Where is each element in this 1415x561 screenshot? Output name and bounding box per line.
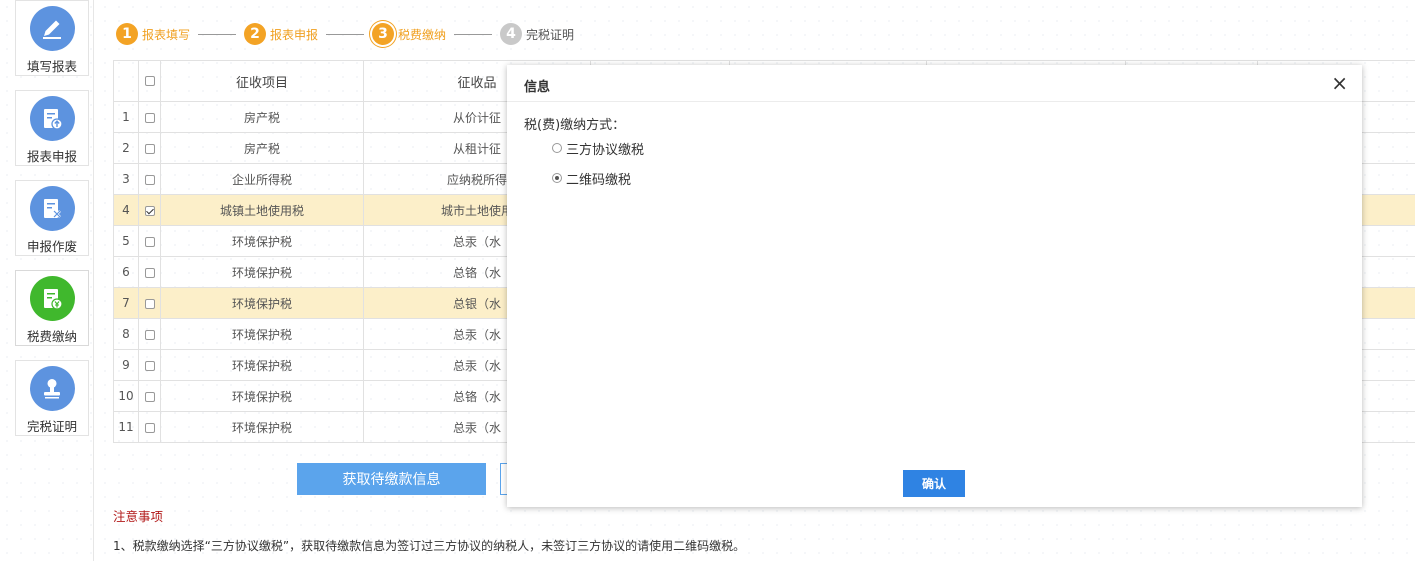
fetch-payment-info-button[interactable]: 获取待缴款信息: [297, 463, 486, 495]
radio-tripartite[interactable]: [552, 143, 562, 153]
row-select[interactable]: [138, 411, 161, 443]
step-number: 2: [244, 23, 267, 45]
cell-levy-item: 环境保护税: [160, 411, 364, 443]
cell-levy-item: 环境保护税: [160, 287, 364, 319]
row-index: 7: [113, 287, 139, 319]
close-icon[interactable]: ×: [1331, 73, 1348, 93]
cell-levy-item: 环境保护税: [160, 256, 364, 288]
row-select[interactable]: [138, 225, 161, 257]
step-connector: [326, 33, 365, 35]
row-checkbox[interactable]: [144, 360, 155, 371]
nav-tax-certificate[interactable]: 完税证明: [15, 360, 89, 436]
step-1[interactable]: 1 报表填写: [116, 23, 190, 45]
row-checkbox[interactable]: [144, 267, 155, 278]
nav-label: 完税证明: [26, 419, 77, 434]
info-dialog: 信息 × 税(费)缴纳方式： 三方协议缴税 二维码缴税 确认: [507, 65, 1362, 507]
row-select[interactable]: [138, 194, 161, 226]
row-index: 11: [113, 411, 139, 443]
row-select[interactable]: [138, 163, 161, 195]
row-index: 5: [113, 225, 139, 257]
step-number: 3: [372, 23, 395, 45]
row-select[interactable]: [138, 132, 161, 164]
step-3[interactable]: 3 税费缴纳: [372, 23, 446, 45]
step-label: 报表填写: [142, 27, 191, 42]
cell-levy-item: 环境保护税: [160, 225, 364, 257]
step-4[interactable]: 4 完税证明: [500, 23, 574, 45]
cell-levy-item: 环境保护税: [160, 380, 364, 412]
row-index: 2: [113, 132, 139, 164]
stamp-icon: [29, 366, 75, 411]
step-number: 1: [116, 23, 138, 45]
row-checkbox[interactable]: [144, 112, 155, 123]
row-index: 6: [113, 256, 139, 288]
row-select[interactable]: [138, 349, 161, 381]
radio-label: 二维码缴税: [566, 172, 632, 188]
pen-icon: [29, 6, 75, 51]
step-label: 报表申报: [270, 27, 319, 42]
radio-label: 三方协议缴税: [566, 142, 645, 158]
cell-levy-item: 城镇土地使用税: [160, 194, 364, 226]
row-select[interactable]: [138, 101, 161, 133]
step-label: 完税证明: [526, 27, 575, 42]
cell-levy-item: 房产税: [160, 132, 364, 164]
header-index: [113, 60, 139, 102]
step-indicator: 1 报表填写 2 报表申报 3 税费缴纳 4 完税证明: [116, 22, 574, 46]
row-checkbox[interactable]: [144, 143, 155, 154]
row-index: 8: [113, 318, 139, 350]
step-2[interactable]: 2 报表申报: [244, 23, 318, 45]
row-index: 10: [113, 380, 139, 412]
step-connector: [198, 33, 237, 35]
row-index: 4: [113, 194, 139, 226]
step-connector: [454, 33, 493, 35]
nav-fill-report[interactable]: 填写报表: [15, 0, 89, 76]
row-checkbox[interactable]: [144, 329, 155, 340]
confirm-button[interactable]: 确认: [903, 470, 965, 497]
row-checkbox[interactable]: [144, 205, 155, 216]
notice-title: 注意事项: [113, 509, 164, 524]
row-checkbox[interactable]: [144, 391, 155, 402]
row-select[interactable]: [138, 318, 161, 350]
row-index: 1: [113, 101, 139, 133]
nav-void-report[interactable]: 申报作废: [15, 180, 89, 256]
void-report-icon: [29, 186, 75, 231]
nav-label: 申报作废: [26, 239, 77, 254]
cell-levy-item: 环境保护税: [160, 318, 364, 350]
header-levy-item: 征收项目: [160, 60, 364, 102]
upload-report-icon: [29, 96, 75, 141]
notice-text: 1、税款缴纳选择“三方协议缴税”，获取待缴款信息为签订过三方协议的纳税人，未签订…: [113, 539, 746, 553]
row-select[interactable]: [138, 380, 161, 412]
select-all-checkbox[interactable]: [144, 76, 155, 86]
cell-levy-item: 环境保护税: [160, 349, 364, 381]
step-label: 税费缴纳: [398, 27, 447, 42]
nav-label: 填写报表: [26, 59, 77, 74]
row-checkbox[interactable]: [144, 236, 155, 247]
nav-tax-payment[interactable]: 税费缴纳: [15, 270, 89, 346]
header-select-all[interactable]: [138, 60, 161, 102]
row-select[interactable]: [138, 287, 161, 319]
dialog-title: 信息: [524, 80, 551, 95]
cell-levy-item: 房产税: [160, 101, 364, 133]
dialog-body: 税(费)缴纳方式： 三方协议缴税 二维码缴税: [507, 102, 1362, 193]
payment-option-tripartite[interactable]: 三方协议缴税: [552, 133, 1362, 163]
payment-method-label: 税(费)缴纳方式：: [524, 118, 626, 133]
row-select[interactable]: [138, 256, 161, 288]
cell-levy-item: 企业所得税: [160, 163, 364, 195]
radio-qrcode[interactable]: [552, 173, 562, 183]
nav-submit-report[interactable]: 报表申报: [15, 90, 89, 166]
nav-label: 税费缴纳: [26, 329, 77, 344]
row-index: 3: [113, 163, 139, 195]
payment-option-qrcode[interactable]: 二维码缴税: [552, 163, 1362, 193]
step-number: 4: [500, 23, 523, 45]
dialog-header: 信息 ×: [507, 65, 1362, 102]
tax-payment-icon: [29, 276, 75, 321]
row-checkbox[interactable]: [144, 298, 155, 309]
row-index: 9: [113, 349, 139, 381]
row-checkbox[interactable]: [144, 422, 155, 433]
left-nav: 填写报表 报表申报 申报作废 税费缴纳 完税证明: [0, 0, 94, 561]
nav-label: 报表申报: [26, 149, 77, 164]
row-checkbox[interactable]: [144, 174, 155, 185]
